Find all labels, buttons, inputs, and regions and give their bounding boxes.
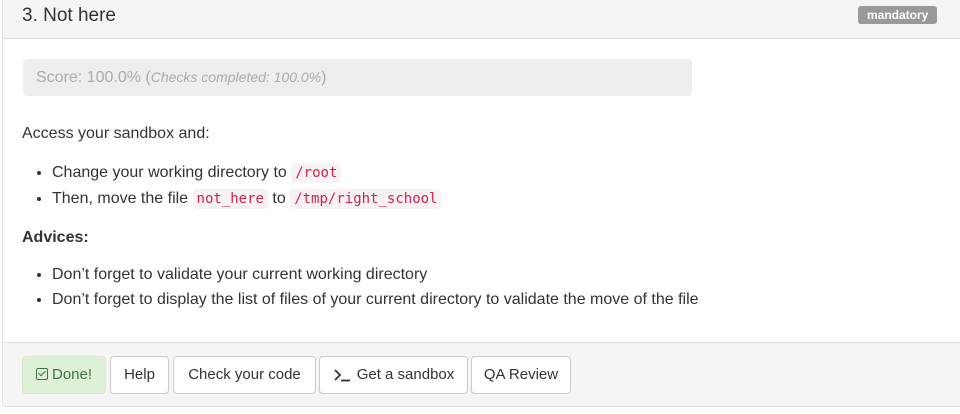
code-snippet: /root — [291, 163, 342, 183]
list-item: Then, move the file not_here to /tmp/rig… — [52, 186, 442, 212]
task-intro: Access your sandbox and: — [22, 125, 210, 142]
done-label: Done! — [51, 366, 93, 383]
task-footer: Done! Help Check your code Get a sandbox… — [3, 342, 960, 406]
advices-heading: Advices: — [22, 229, 89, 246]
qa-review-button[interactable]: QA Review — [471, 356, 571, 394]
check-code-button[interactable]: Check your code — [173, 356, 316, 394]
score-suffix: ) — [321, 69, 327, 86]
step-text: Change your working directory to — [52, 164, 292, 181]
help-label: Help — [124, 366, 155, 383]
code-snippet: not_here — [192, 189, 268, 209]
get-sandbox-button[interactable]: Get a sandbox — [319, 356, 468, 394]
task-panel: 3. Not here mandatory Score: 100.0% (Che… — [2, 0, 960, 407]
step-text: to — [267, 190, 291, 207]
list-item: Change your working directory to /root — [52, 160, 441, 186]
advices-list: Don’t forget to validate your current wo… — [22, 264, 699, 314]
sandbox-label: Get a sandbox — [356, 366, 455, 383]
terminal-icon — [334, 369, 350, 382]
score-label: Score: 100.0% ( — [36, 69, 151, 86]
code-snippet: /tmp/right_school — [290, 189, 442, 209]
task-header: 3. Not here mandatory — [3, 0, 960, 39]
steps-list: Change your working directory to /root T… — [22, 160, 442, 212]
check-square-icon — [35, 368, 48, 380]
task-title: 3. Not here — [22, 5, 116, 26]
list-item: Don’t forget to validate your current wo… — [52, 264, 699, 289]
help-button[interactable]: Help — [110, 356, 169, 394]
checks-completed: Checks completed: 100.0% — [150, 69, 322, 85]
step-text: Then, move the file — [52, 190, 193, 207]
mandatory-badge: mandatory — [858, 6, 938, 24]
score-box: Score: 100.0% (Checks completed: 100.0%) — [23, 59, 692, 96]
done-button[interactable]: Done! — [22, 356, 106, 394]
check-label: Check your code — [188, 366, 301, 383]
list-item: Don’t forget to display the list of file… — [52, 289, 699, 314]
qa-label: QA Review — [483, 366, 559, 383]
